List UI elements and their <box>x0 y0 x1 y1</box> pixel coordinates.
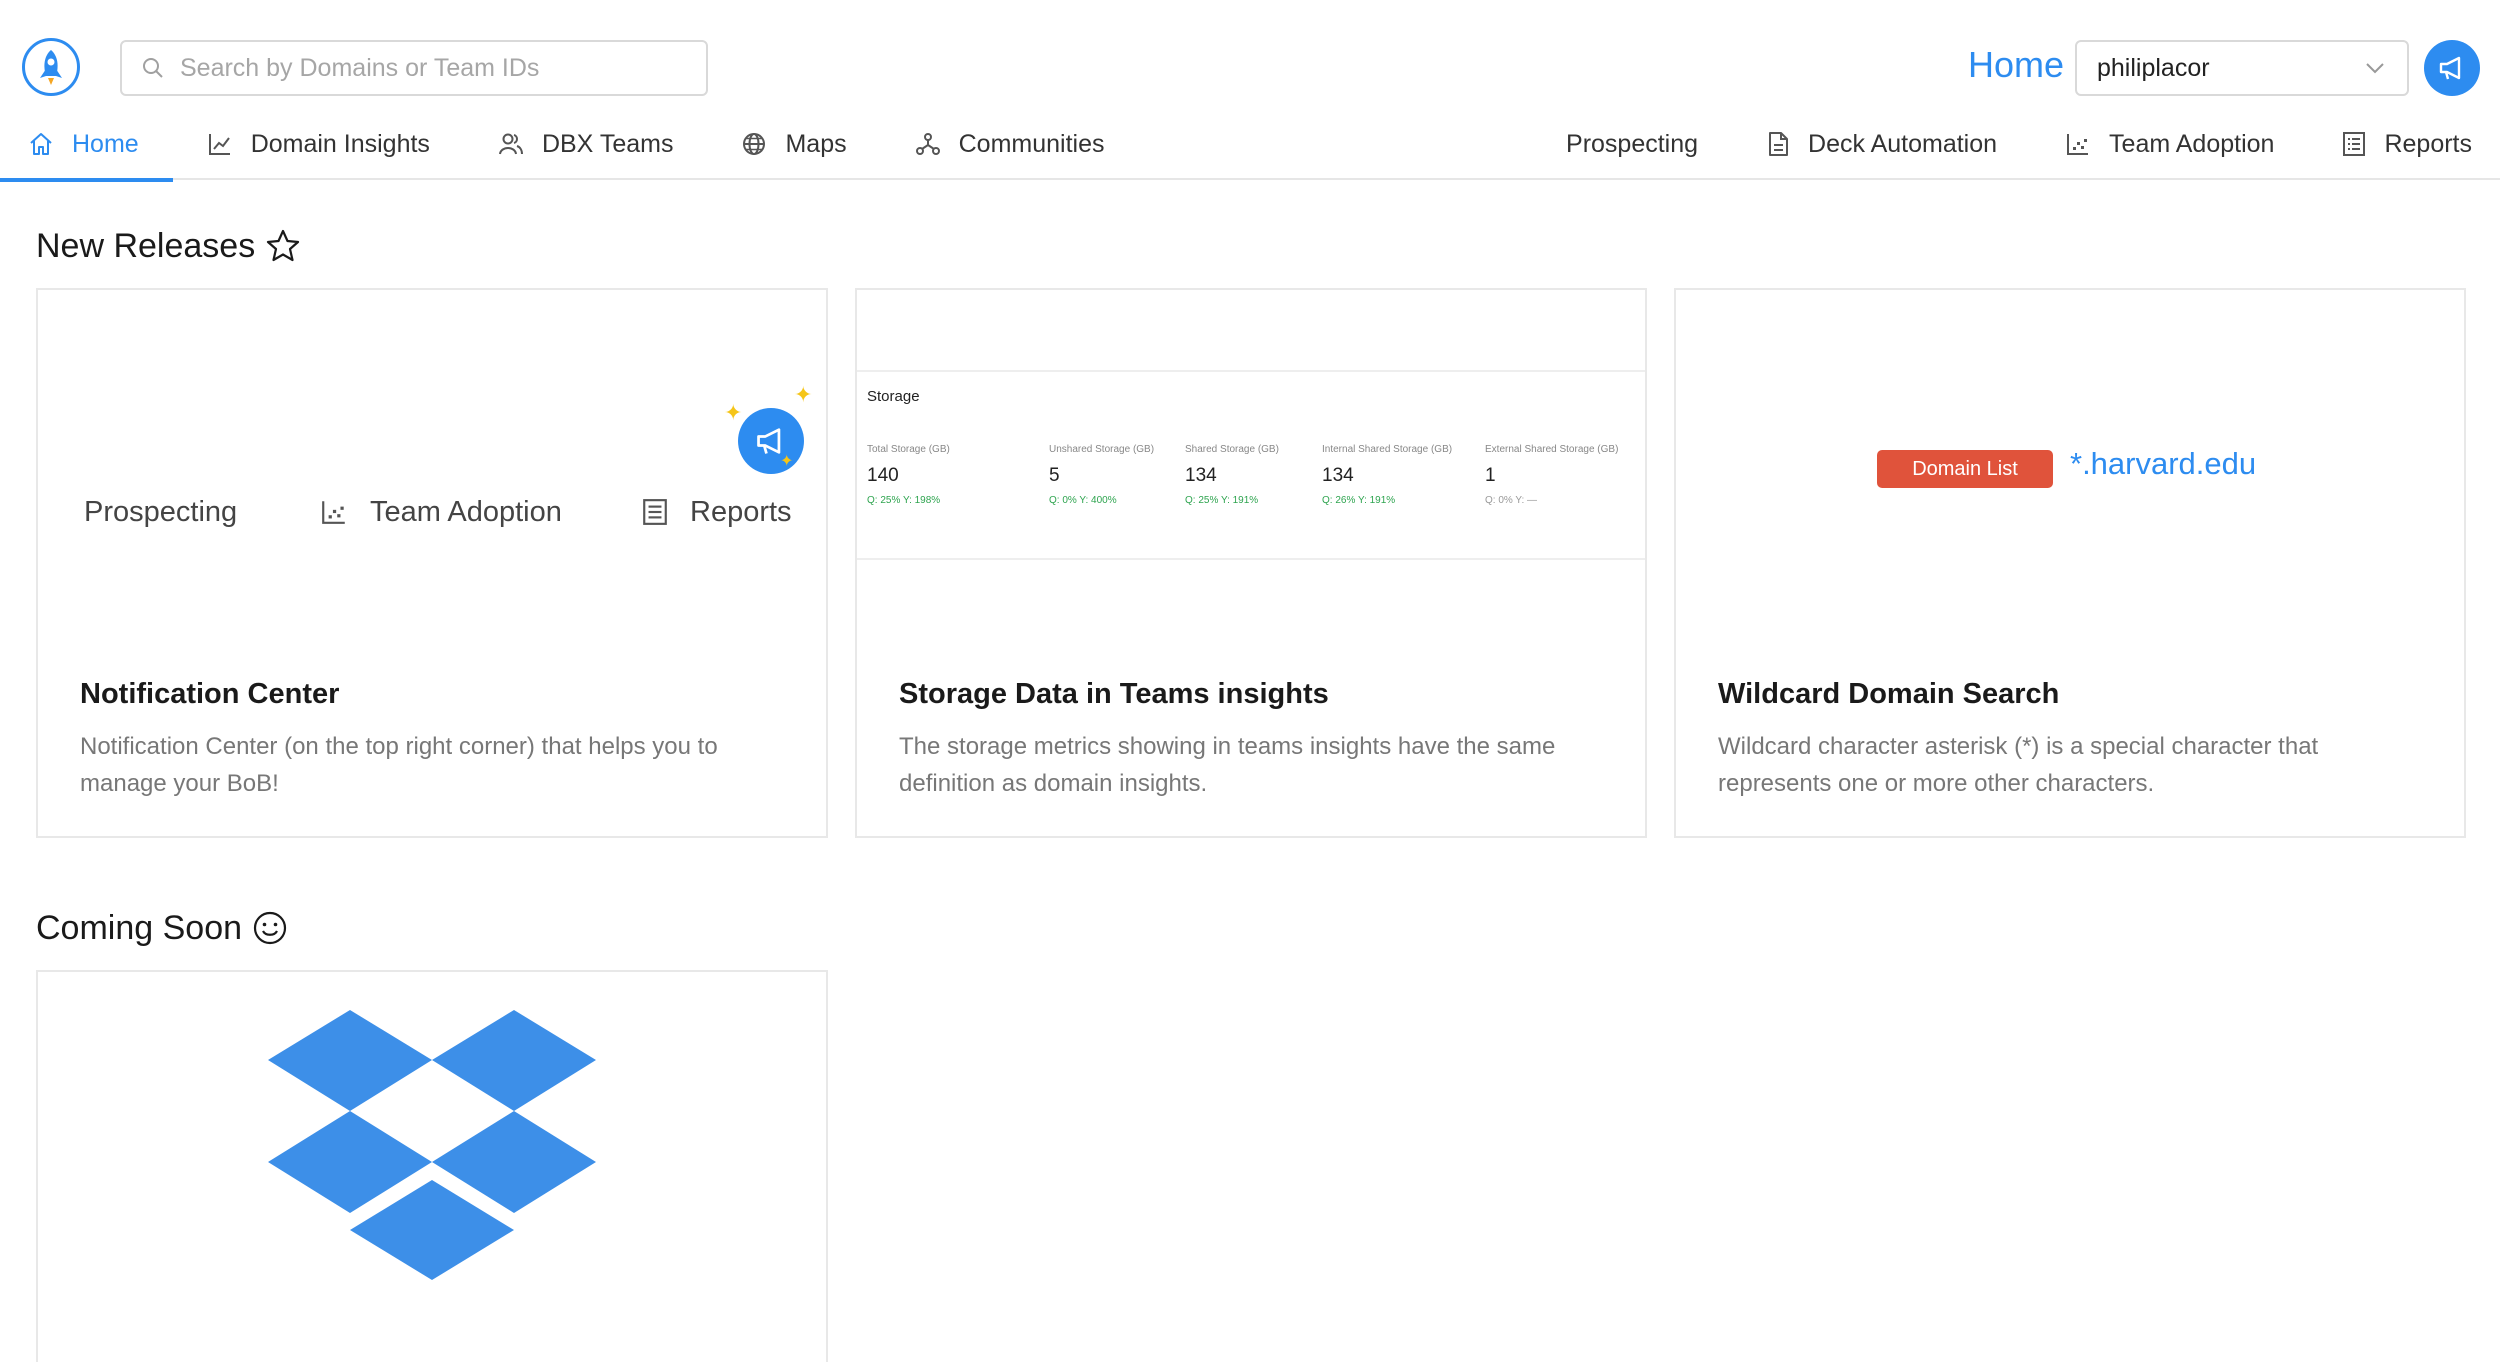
metric-delta: Q: 25% Y: 191% <box>1185 495 1259 506</box>
card-title: Notification Center <box>80 678 340 710</box>
metric-label: Total Storage (GB) <box>867 444 950 455</box>
nav-prospecting[interactable]: Prospecting <box>1532 108 1732 180</box>
release-card-wildcard-search[interactable]: Domain List *.harvard.edu Wildcard Domai… <box>1674 288 2466 838</box>
new-releases-title: New Releases <box>36 227 256 265</box>
storage-metric: Internal Shared Storage (GB) 134 Q: 26% … <box>1322 444 1452 506</box>
sparkle-icon: ✦ <box>724 400 743 425</box>
metric-label: Shared Storage (GB) <box>1185 444 1279 455</box>
wildcard-preview: Domain List *.harvard.edu <box>1676 290 2464 660</box>
storage-preview: Storage Total Storage (GB) 140 Q: 25% Y:… <box>857 290 1645 660</box>
domain-list-badge: Domain List <box>1877 450 2053 488</box>
notification-preview: Prospecting Team Adoption Reports ✦ ✦ ✦ <box>38 290 826 660</box>
nav-reports[interactable]: Reports <box>2308 108 2500 180</box>
preview-reports-label: Reports <box>690 495 792 528</box>
main-nav: Home Domain Insights DBX Teams Maps Comm… <box>0 108 1139 182</box>
preview-prospecting: Prospecting <box>84 496 237 529</box>
release-card-notification-center[interactable]: Prospecting Team Adoption Reports ✦ ✦ ✦ … <box>36 288 828 838</box>
dot-chart-icon <box>2067 134 2089 155</box>
document-icon <box>1769 132 1789 156</box>
storage-metric: Total Storage (GB) 140 Q: 25% Y: 198% <box>867 444 950 506</box>
coming-soon-heading: Coming Soon <box>36 906 288 950</box>
megaphone-icon <box>2439 56 2461 80</box>
card-title: Wildcard Domain Search <box>1718 678 2060 710</box>
nav-team-adoption-label: Team Adoption <box>2109 129 2275 158</box>
nav-maps[interactable]: Maps <box>707 108 880 180</box>
search-box[interactable] <box>120 40 708 96</box>
secondary-nav: Prospecting Deck Automation Team Adoptio… <box>1532 108 2500 180</box>
search-input[interactable] <box>180 53 680 83</box>
dropbox-logo-icon <box>268 1010 596 1280</box>
notification-button[interactable] <box>2424 40 2480 96</box>
user-select-value: philiplacor <box>2097 53 2210 82</box>
nav-deck-automation-label: Deck Automation <box>1808 129 1998 158</box>
dot-chart-icon <box>322 501 345 524</box>
metric-label: Internal Shared Storage (GB) <box>1322 444 1453 455</box>
card-title: Storage Data in Teams insights <box>899 678 1329 710</box>
metric-value: 5 <box>1049 465 1060 486</box>
coming-soon-title: Coming Soon <box>36 909 243 947</box>
metric-label: Unshared Storage (GB) <box>1049 444 1155 455</box>
preview-team-adoption: Team Adoption <box>320 496 562 529</box>
top-bar: Home philiplacor Home Domain Insights <box>0 0 2500 182</box>
wildcard-example: *.harvard.edu <box>2070 446 2257 481</box>
card-description: Wildcard character asterisk (*) is a spe… <box>1718 733 2319 797</box>
nav-maps-label: Maps <box>785 129 847 158</box>
list-icon <box>643 499 667 525</box>
nav-deck-automation[interactable]: Deck Automation <box>1732 108 2031 180</box>
preview-prospecting-label: Prospecting <box>84 495 238 528</box>
list-icon <box>2343 132 2366 156</box>
metric-delta: Q: 0% Y: 400% <box>1049 495 1117 506</box>
nav-domain-insights[interactable]: Domain Insights <box>173 108 464 180</box>
globe-icon <box>743 133 766 155</box>
card-description: The storage metrics showing in teams ins… <box>899 733 1556 797</box>
star-icon <box>267 229 300 262</box>
new-releases-heading: New Releases <box>36 224 301 268</box>
nav-dbx-teams-label: DBX Teams <box>541 129 674 158</box>
metric-delta: Q: 0% Y: — <box>1485 495 1538 506</box>
nav-team-adoption[interactable]: Team Adoption <box>2031 108 2308 180</box>
megaphone-bubble-icon <box>738 408 804 474</box>
nav-reports-label: Reports <box>2384 129 2472 158</box>
home-icon <box>30 133 52 155</box>
sparkle-icon: ✦ <box>794 382 813 407</box>
nav-domain-insights-label: Domain Insights <box>250 129 430 158</box>
nav-prospecting-label: Prospecting <box>1566 129 1699 158</box>
nav-home-label: Home <box>72 129 139 158</box>
preview-reports: Reports <box>642 496 792 529</box>
metric-delta: Q: 26% Y: 191% <box>1322 495 1396 506</box>
storage-metric: Shared Storage (GB) 134 Q: 25% Y: 191% <box>1185 444 1279 506</box>
card-description: Notification Center (on the top right co… <box>80 733 718 797</box>
user-select[interactable]: philiplacor <box>2075 40 2409 96</box>
sparkle-icon: ✦ <box>780 453 794 470</box>
nav-home[interactable]: Home <box>0 108 173 182</box>
metric-value: 140 <box>867 465 899 486</box>
coming-soon-card[interactable] <box>36 970 828 1362</box>
chevron-down-icon <box>2366 63 2384 74</box>
search-icon <box>143 58 163 78</box>
preview-team-adoption-label: Team Adoption <box>370 495 562 528</box>
smile-icon <box>253 911 287 945</box>
metric-label: External Shared Storage (GB) <box>1485 444 1619 455</box>
metric-value: 134 <box>1322 465 1354 486</box>
network-icon <box>915 133 940 155</box>
metric-value: 134 <box>1185 465 1217 486</box>
storage-metric: External Shared Storage (GB) 1 Q: 0% Y: … <box>1485 444 1618 506</box>
team-icon <box>498 133 523 155</box>
line-chart-icon <box>208 134 230 155</box>
home-link[interactable]: Home <box>1968 42 2064 88</box>
nav-communities[interactable]: Communities <box>881 108 1139 180</box>
rocket-logo-icon[interactable] <box>22 38 80 96</box>
nav-dbx-teams[interactable]: DBX Teams <box>464 108 708 180</box>
nav-communities-label: Communities <box>958 129 1105 158</box>
storage-metric: Unshared Storage (GB) 5 Q: 0% Y: 400% <box>1049 444 1154 506</box>
release-card-storage-data[interactable]: Storage Total Storage (GB) 140 Q: 25% Y:… <box>855 288 1647 838</box>
metric-value: 1 <box>1485 465 1496 486</box>
storage-heading: Storage <box>867 388 920 405</box>
metric-delta: Q: 25% Y: 198% <box>867 495 941 506</box>
